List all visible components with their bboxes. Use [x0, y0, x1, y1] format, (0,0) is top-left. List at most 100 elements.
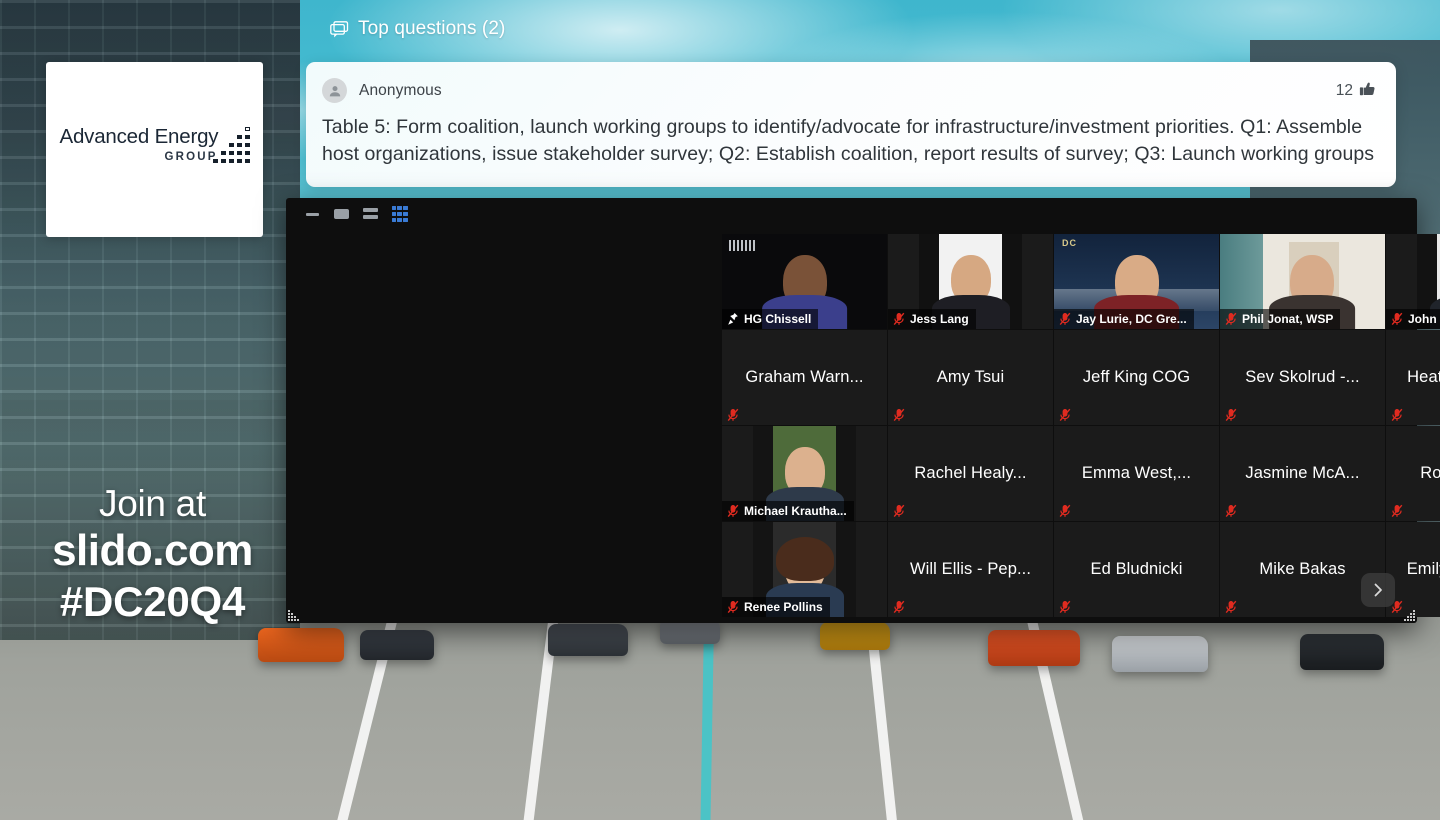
- thumbs-up-icon[interactable]: [1359, 81, 1376, 100]
- minimize-button[interactable]: [304, 206, 321, 222]
- participant-name-badge: Renee Pollins: [722, 597, 830, 617]
- participant-name: Rachel Healy...: [914, 464, 1027, 482]
- slido-url: slido.com: [52, 525, 253, 575]
- participant-tile[interactable]: Emily LeJeune...: [1386, 522, 1440, 617]
- question-text: Table 5: Form coalition, launch working …: [322, 116, 1375, 165]
- mic-muted-icon: [893, 504, 905, 518]
- participant-tile[interactable]: Ed Bludnicki: [1054, 522, 1219, 617]
- participant-name-badge: Jay Lurie, DC Gre...: [1054, 309, 1194, 329]
- participant-name: Jess Lang: [910, 312, 969, 326]
- logo-barchart-icon: [212, 126, 250, 169]
- participant-name-badge: [1054, 501, 1076, 521]
- participant-name-badge: [722, 405, 744, 425]
- gallery-view-button[interactable]: [391, 206, 408, 222]
- participant-tile[interactable]: Jess Lang: [888, 234, 1053, 329]
- mic-muted-icon: [893, 408, 905, 422]
- participant-name-badge: [1386, 405, 1408, 425]
- vote-count: 12: [1335, 81, 1353, 99]
- participant-name: John Drayton: [1408, 312, 1440, 326]
- question-card[interactable]: Anonymous 12 Table 5: Form coalition, la…: [306, 62, 1396, 188]
- participant-tile[interactable]: HG Chissell: [722, 234, 887, 329]
- zoom-view-controls: [304, 206, 408, 222]
- participant-name: Amy Tsui: [936, 368, 1005, 386]
- participant-name-badge: [888, 597, 910, 617]
- participant-tile[interactable]: Graham Warn...: [722, 330, 887, 425]
- participant-name-badge: [1220, 405, 1242, 425]
- participant-tile[interactable]: Michael Krautha...: [722, 426, 887, 521]
- join-at-label: Join at: [99, 483, 206, 524]
- participant-tile[interactable]: Jasmine McA...: [1220, 426, 1385, 521]
- participant-tile[interactable]: DC Jay Lurie, DC Gre...: [1054, 234, 1219, 329]
- mic-muted-icon: [1225, 408, 1237, 422]
- participant-name: Will Ellis - Pep...: [909, 560, 1032, 578]
- mic-muted-icon: [1391, 312, 1403, 326]
- speaker-view-icon: [363, 208, 378, 220]
- mic-muted-icon: [893, 312, 905, 326]
- window-view-button[interactable]: [333, 206, 350, 222]
- participant-name-badge: HG Chissell: [722, 309, 819, 329]
- mic-muted-icon: [727, 600, 739, 614]
- mic-muted-icon: [727, 408, 739, 422]
- participant-name: Emma West,...: [1081, 464, 1192, 482]
- participant-tile[interactable]: Jeff King COG: [1054, 330, 1219, 425]
- minimize-icon: [306, 212, 319, 216]
- person-icon: [322, 78, 347, 103]
- resize-grip-bottom-right[interactable]: [1399, 605, 1415, 621]
- question-header: Anonymous 12: [322, 78, 1376, 103]
- mic-muted-icon: [1059, 408, 1071, 422]
- participant-tile[interactable]: Robert Morin: [1386, 426, 1440, 521]
- mic-muted-icon: [1225, 504, 1237, 518]
- mic-muted-icon: [1225, 600, 1237, 614]
- chat-bubble-icon: [330, 20, 349, 38]
- participant-tile[interactable]: Sev Skolrud -...: [1220, 330, 1385, 425]
- participant-tile[interactable]: John Drayton: [1386, 234, 1440, 329]
- participant-tile[interactable]: Phil Jonat, WSP: [1220, 234, 1385, 329]
- sponsor-logo-card: Advanced Energy GROUP: [46, 62, 263, 237]
- chevron-right-icon: [1374, 583, 1382, 597]
- mic-muted-icon: [893, 600, 905, 614]
- participant-tile[interactable]: Will Ellis - Pep...: [888, 522, 1053, 617]
- participant-name-badge: Phil Jonat, WSP: [1220, 309, 1341, 329]
- participant-tile[interactable]: Emma West,...: [1054, 426, 1219, 521]
- participant-name: Sev Skolrud -...: [1245, 368, 1360, 386]
- question-votes[interactable]: 12: [1336, 81, 1376, 100]
- mic-muted-icon: [1391, 408, 1403, 422]
- mic-muted-icon: [1391, 504, 1403, 518]
- participant-name: Renee Pollins: [744, 600, 823, 614]
- participant-name-badge: Michael Krautha...: [722, 501, 854, 521]
- participant-name-badge: [1220, 597, 1242, 617]
- participant-name: Graham Warn...: [745, 368, 864, 386]
- pin-icon: [728, 313, 738, 325]
- participant-grid: HG Chissell Jess Lang DC Jay Lurie, DC Gre.…: [722, 234, 1440, 617]
- mic-muted-icon: [727, 504, 739, 518]
- mic-muted-icon: [1059, 504, 1071, 518]
- participant-name-badge: Jess Lang: [888, 309, 976, 329]
- participant-name: Phil Jonat, WSP: [1242, 312, 1334, 326]
- speaker-view-button[interactable]: [362, 206, 379, 222]
- participant-tile[interactable]: Mike Bakas: [1220, 522, 1385, 617]
- participant-name-badge: John Drayton: [1386, 309, 1440, 329]
- participant-name-badge: [1220, 501, 1242, 521]
- next-page-button[interactable]: [1361, 573, 1395, 607]
- zoom-meeting-window[interactable]: HG Chissell Jess Lang DC Jay Lurie, DC Gre.…: [286, 198, 1440, 623]
- participant-tile[interactable]: Heather Unger...: [1386, 330, 1440, 425]
- participant-tile[interactable]: Amy Tsui: [888, 330, 1053, 425]
- top-questions-header: Top questions (2): [330, 18, 505, 40]
- participant-name-badge: [1054, 405, 1076, 425]
- participant-name: Jeff King COG: [1082, 368, 1191, 386]
- participant-name: HG Chissell: [744, 312, 812, 326]
- participant-name-badge: [888, 501, 910, 521]
- resize-grip-bottom-left[interactable]: [288, 605, 304, 621]
- gallery-grid-icon: [391, 206, 408, 222]
- top-questions-label: Top questions (2): [358, 18, 506, 39]
- single-window-icon: [334, 209, 349, 219]
- participant-tile[interactable]: Renee Pollins: [722, 522, 887, 617]
- join-instructions: Join at slido.com #DC20Q4: [10, 483, 295, 627]
- participant-name: Jasmine McA...: [1245, 464, 1360, 482]
- logo-sub-text: GROUP: [164, 150, 218, 163]
- event-hashtag: #DC20Q4: [59, 578, 246, 626]
- participant-name-badge: [1386, 501, 1408, 521]
- participant-tile[interactable]: Rachel Healy...: [888, 426, 1053, 521]
- question-author: Anonymous: [359, 81, 442, 99]
- participant-name-badge: [888, 405, 910, 425]
